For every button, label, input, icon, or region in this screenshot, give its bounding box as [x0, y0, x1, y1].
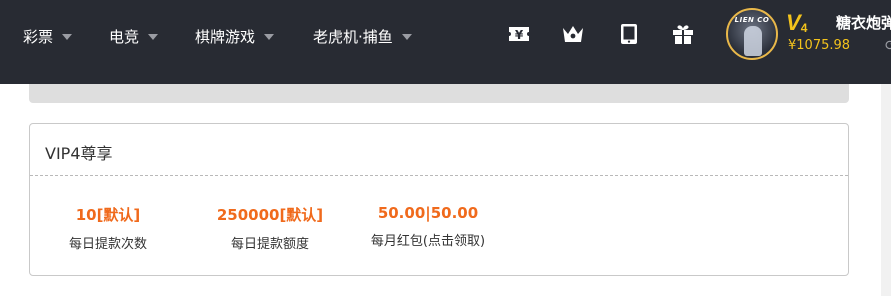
nav-item-slots-fishing[interactable]: 老虎机·捕鱼	[313, 26, 412, 47]
gift-icon[interactable]	[671, 22, 695, 46]
nav-item-esports[interactable]: 电竞	[109, 26, 159, 47]
chevron-down-icon	[401, 34, 412, 40]
divider	[30, 175, 848, 176]
vip-level-badge: V4	[786, 10, 807, 36]
vip-card-title: VIP4尊享	[45, 144, 113, 163]
vip-level-number: 4	[800, 21, 808, 35]
nav-item-label: 电竞	[109, 28, 140, 46]
crown-icon[interactable]	[561, 22, 585, 46]
stat-label: 每日提款次数	[68, 237, 147, 252]
vip-level-letter: V	[786, 10, 801, 35]
top-navigation-bar: 彩票 电竞 棋牌游戏 老虎机·捕鱼 ¥ LIEN CO V4 糖衣炮弹 ¥107…	[0, 0, 891, 84]
chevron-down-icon	[264, 34, 275, 40]
vip-privilege-card: VIP4尊享 10[默认] 每日提款次数 250000[默认] 每日提款额度 5…	[29, 123, 849, 276]
stat-value: 250000[默认]	[216, 206, 324, 224]
svg-text:¥: ¥	[515, 28, 524, 42]
stat-label: 每日提款额度	[230, 237, 309, 252]
nav-item-label: 老虎机·捕鱼	[313, 28, 393, 46]
nav-item-label: 棋牌游戏	[195, 28, 256, 46]
chevron-down-icon	[148, 34, 159, 40]
avatar-figure	[744, 26, 762, 56]
daily-withdrawal-count: 10[默认] 每日提款次数	[58, 204, 158, 252]
chevron-down-icon	[62, 34, 73, 40]
refresh-icon[interactable]: ⟳	[885, 38, 891, 54]
monthly-red-packet[interactable]: 50.00|50.00 每月红包(点击领取)	[363, 204, 493, 249]
previous-panel-bottom	[29, 84, 849, 103]
stat-value: 10[默认]	[75, 206, 141, 224]
nav-item-label: 彩票	[23, 28, 54, 46]
daily-withdrawal-limit: 250000[默认] 每日提款额度	[210, 204, 330, 252]
username: 糖衣炮弹	[836, 14, 891, 32]
avatar-caption: LIEN CO	[734, 16, 770, 24]
nav-item-lottery[interactable]: 彩票	[23, 26, 73, 47]
stat-value: 50.00|50.00	[377, 204, 479, 222]
nav-item-card-games[interactable]: 棋牌游戏	[195, 26, 275, 47]
avatar[interactable]: LIEN CO	[726, 8, 778, 60]
stat-label[interactable]: 每月红包(点击领取)	[363, 230, 493, 249]
account-balance: ¥1075.98	[788, 38, 851, 53]
scrollbar[interactable]	[881, 84, 891, 296]
tablet-icon[interactable]	[617, 22, 641, 46]
yen-ticket-icon[interactable]: ¥	[507, 22, 531, 46]
